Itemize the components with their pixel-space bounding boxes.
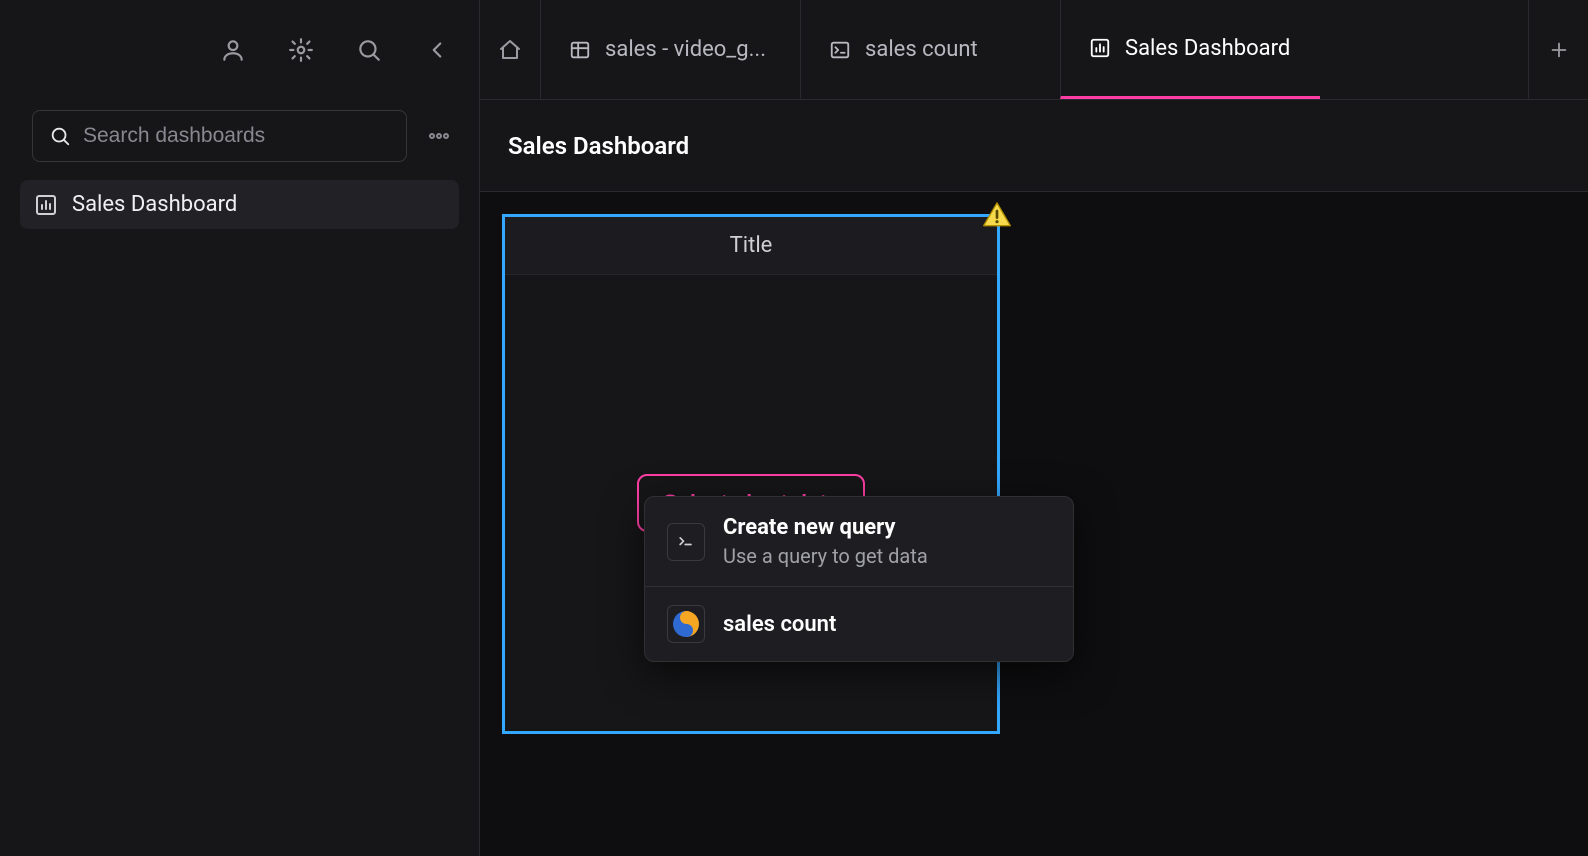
sidebar-item-sales-dashboard[interactable]: Sales Dashboard <box>20 180 459 229</box>
dropdown-text: Create new query Use a query to get data <box>723 515 928 568</box>
page-header: Sales Dashboard <box>480 100 1588 192</box>
chart-icon <box>1089 37 1111 59</box>
terminal-icon <box>667 523 705 561</box>
dropdown-item-title: Create new query <box>723 515 928 540</box>
main: sales - video_g... sales count Sales Das… <box>480 0 1588 856</box>
terminal-icon <box>829 39 851 61</box>
add-tab-button[interactable] <box>1528 0 1588 99</box>
tab-sales-dashboard[interactable]: Sales Dashboard <box>1060 0 1320 99</box>
query-source-icon <box>667 605 705 643</box>
dropdown-create-new-query[interactable]: Create new query Use a query to get data <box>645 497 1073 586</box>
select-data-dropdown: Create new query Use a query to get data… <box>644 496 1074 662</box>
warning-icon <box>979 199 1015 231</box>
collapse-sidebar-icon[interactable] <box>419 32 455 68</box>
table-icon <box>569 39 591 61</box>
chart-icon <box>34 193 58 217</box>
search-dashboards-input[interactable] <box>83 124 390 148</box>
tab-sales-count[interactable]: sales count <box>800 0 1060 99</box>
sidebar: Sales Dashboard <box>0 0 480 856</box>
user-icon[interactable] <box>215 32 251 68</box>
dashboard-list: Sales Dashboard <box>0 172 479 229</box>
sidebar-search-row <box>0 100 479 172</box>
search-dashboards-box[interactable] <box>32 110 407 162</box>
sidebar-toolbar <box>0 0 479 100</box>
sidebar-item-label: Sales Dashboard <box>72 192 237 217</box>
dropdown-existing-sales-count[interactable]: sales count <box>645 586 1073 661</box>
tab-label: Sales Dashboard <box>1125 36 1290 61</box>
tab-label: sales count <box>865 37 978 62</box>
tab-bar: sales - video_g... sales count Sales Das… <box>480 0 1588 100</box>
search-icon[interactable] <box>351 32 387 68</box>
page-title: Sales Dashboard <box>508 132 689 160</box>
dashboard-canvas[interactable]: Title Select chart data Create new query… <box>480 192 1588 856</box>
plus-icon <box>1548 39 1570 61</box>
tab-sales-video[interactable]: sales - video_g... <box>540 0 800 99</box>
home-icon <box>498 38 522 62</box>
gear-icon[interactable] <box>283 32 319 68</box>
dropdown-item-label: sales count <box>723 612 836 637</box>
search-icon <box>49 125 71 147</box>
tile-title-input[interactable]: Title <box>505 217 997 275</box>
tab-home[interactable] <box>480 0 540 99</box>
more-options-icon[interactable] <box>419 116 459 156</box>
tab-label: sales - video_g... <box>605 37 766 62</box>
dropdown-item-subtitle: Use a query to get data <box>723 544 928 568</box>
